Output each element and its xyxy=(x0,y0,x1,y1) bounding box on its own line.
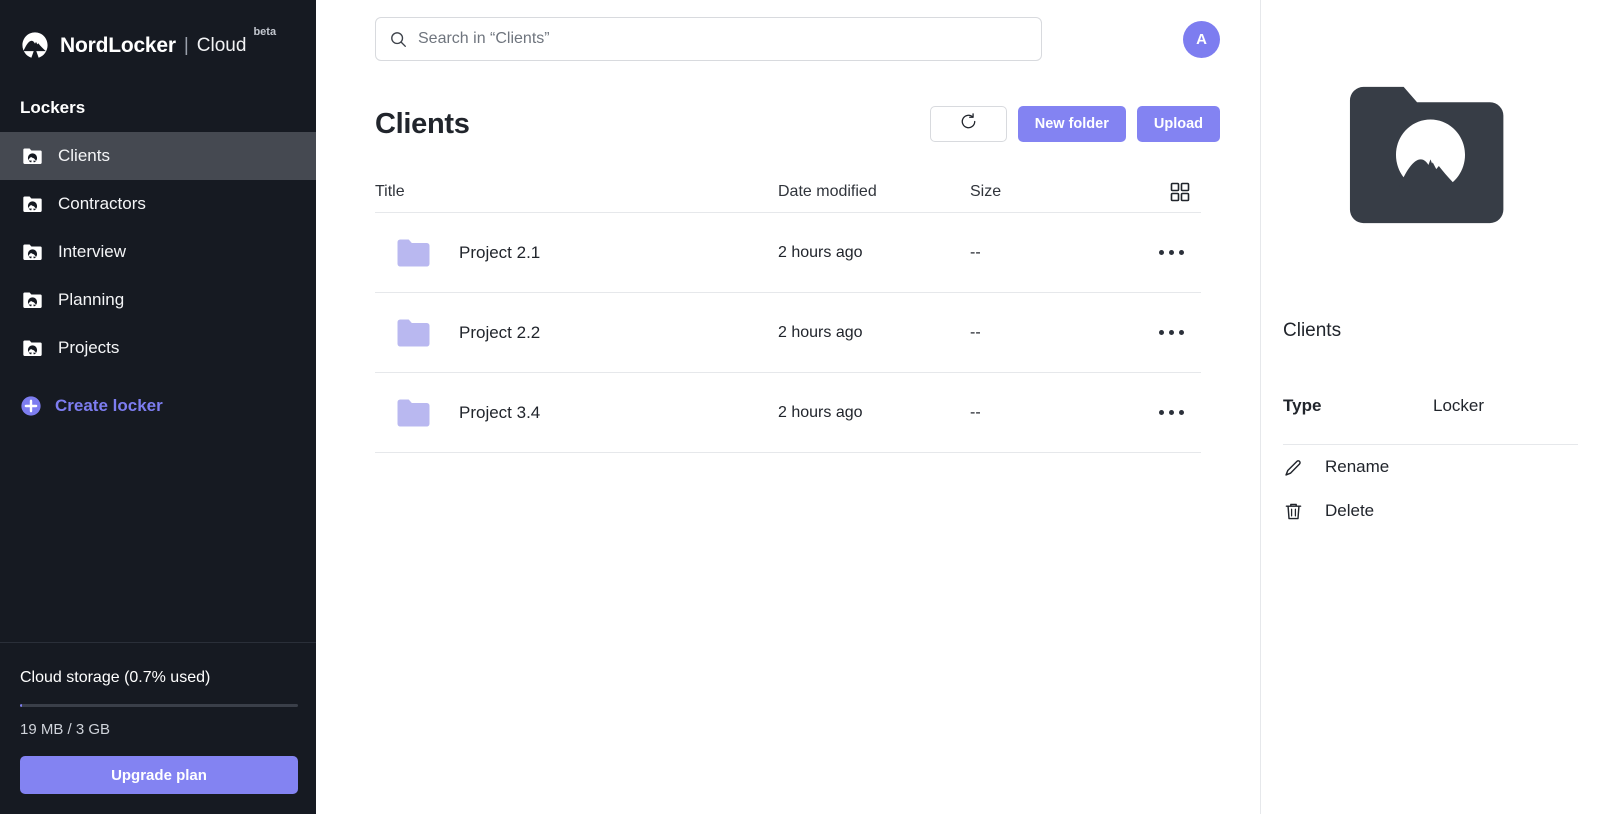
sidebar-item-label: Projects xyxy=(58,338,120,357)
row-name: Project 3.4 xyxy=(459,402,541,422)
brand-separator: | xyxy=(183,35,189,56)
table-row[interactable]: Project 3.4 2 hours ago -- xyxy=(375,373,1201,453)
locker-folder-large-icon xyxy=(1348,85,1513,225)
upgrade-plan-button[interactable]: Upgrade plan xyxy=(20,756,298,794)
row-name: Project 2.2 xyxy=(459,322,541,342)
upload-button[interactable]: Upload xyxy=(1136,106,1220,142)
locker-folder-icon xyxy=(22,146,43,167)
more-options-icon[interactable] xyxy=(1151,242,1192,263)
app-root: NordLocker | Cloud beta Lockers Clients xyxy=(0,0,1600,814)
refresh-button[interactable] xyxy=(929,106,1007,142)
file-table: Title Date modified Size Project 2.1 2 h… xyxy=(375,171,1201,453)
new-folder-button[interactable]: New folder xyxy=(1017,106,1126,142)
view-toggle-cell xyxy=(1120,181,1201,203)
grid-view-icon[interactable] xyxy=(1169,181,1191,203)
details-type-row: Type Locker xyxy=(1283,396,1578,445)
folder-icon xyxy=(397,239,431,267)
storage-section: Cloud storage (0.7% used) 19 MB / 3 GB U… xyxy=(0,642,316,814)
trash-icon xyxy=(1283,501,1304,522)
row-size: -- xyxy=(970,403,981,421)
details-type-label: Type xyxy=(1283,396,1322,415)
table-header-row: Title Date modified Size xyxy=(375,171,1201,213)
sidebar-item-label: Clients xyxy=(58,146,110,165)
folder-icon xyxy=(397,399,431,427)
details-hero xyxy=(1283,0,1578,310)
search-icon xyxy=(390,31,407,48)
pencil-icon xyxy=(1283,457,1304,478)
details-item-name: Clients xyxy=(1283,320,1342,341)
topbar: A xyxy=(316,0,1260,78)
brand-product: Cloud xyxy=(196,35,247,56)
storage-progress-bar xyxy=(20,704,298,707)
create-locker-label: Create locker xyxy=(55,396,163,415)
page-header: Clients New folder Upload xyxy=(375,93,1220,155)
content-area: Clients New folder Upload Title Date mod… xyxy=(316,78,1260,453)
sidebar-section-title: Lockers xyxy=(20,98,86,117)
row-date-modified: 2 hours ago xyxy=(778,323,863,341)
sidebar-item-projects[interactable]: Projects xyxy=(0,324,316,372)
sidebar-item-label: Interview xyxy=(58,242,127,261)
details-panel: Clients Type Locker Rename Delete xyxy=(1260,0,1600,814)
locker-folder-icon xyxy=(22,194,43,215)
storage-title: Cloud storage (0.7% used) xyxy=(20,669,211,686)
row-menu-cell xyxy=(1120,402,1201,423)
create-locker-button[interactable]: Create locker xyxy=(0,382,316,430)
row-size: -- xyxy=(970,243,981,261)
table-row[interactable]: Project 2.1 2 hours ago -- xyxy=(375,213,1201,293)
column-header-date-modified[interactable]: Date modified xyxy=(778,183,970,201)
sidebar-item-planning[interactable]: Planning xyxy=(0,276,316,324)
locker-folder-icon xyxy=(22,242,43,263)
details-type-value: Locker xyxy=(1433,396,1485,415)
sidebar-item-clients[interactable]: Clients xyxy=(0,132,316,180)
refresh-icon xyxy=(959,112,978,136)
folder-icon xyxy=(397,319,431,347)
row-title-cell: Project 2.1 xyxy=(375,239,778,267)
brand-header: NordLocker | Cloud beta xyxy=(0,0,316,72)
brand-name: NordLocker xyxy=(60,34,176,57)
row-title-cell: Project 2.2 xyxy=(375,319,778,347)
rename-action[interactable]: Rename xyxy=(1283,445,1578,489)
delete-action[interactable]: Delete xyxy=(1283,489,1578,533)
delete-label: Delete xyxy=(1325,501,1375,520)
row-name: Project 2.1 xyxy=(459,242,541,262)
beta-badge: beta xyxy=(253,26,277,38)
row-title-cell: Project 3.4 xyxy=(375,399,778,427)
nordlocker-mountain-icon xyxy=(20,31,50,61)
more-options-icon[interactable] xyxy=(1151,322,1192,343)
locker-folder-icon xyxy=(22,290,43,311)
column-header-title[interactable]: Title xyxy=(375,183,778,201)
column-header-size[interactable]: Size xyxy=(970,183,1120,201)
sidebar-item-contractors[interactable]: Contractors xyxy=(0,180,316,228)
sidebar-item-interview[interactable]: Interview xyxy=(0,228,316,276)
table-row[interactable]: Project 2.2 2 hours ago -- xyxy=(375,293,1201,373)
rename-label: Rename xyxy=(1325,457,1390,476)
storage-detail: 19 MB / 3 GB xyxy=(20,721,111,738)
row-date-modified: 2 hours ago xyxy=(778,243,863,261)
search-input[interactable] xyxy=(418,30,1027,48)
main-content: A Clients New folder Upload xyxy=(316,0,1260,814)
row-menu-cell xyxy=(1120,322,1201,343)
plus-circle-icon xyxy=(20,395,42,417)
more-options-icon[interactable] xyxy=(1151,402,1192,423)
avatar[interactable]: A xyxy=(1183,20,1220,58)
row-menu-cell xyxy=(1120,242,1201,263)
locker-folder-icon xyxy=(22,338,43,359)
row-date-modified: 2 hours ago xyxy=(778,403,863,421)
storage-progress-fill xyxy=(20,704,22,707)
sidebar-item-label: Contractors xyxy=(58,194,146,213)
row-size: -- xyxy=(970,323,981,341)
page-title: Clients xyxy=(375,107,470,140)
sidebar-item-label: Planning xyxy=(58,290,125,309)
sidebar: NordLocker | Cloud beta Lockers Clients xyxy=(0,0,316,814)
search-box[interactable] xyxy=(375,17,1042,61)
